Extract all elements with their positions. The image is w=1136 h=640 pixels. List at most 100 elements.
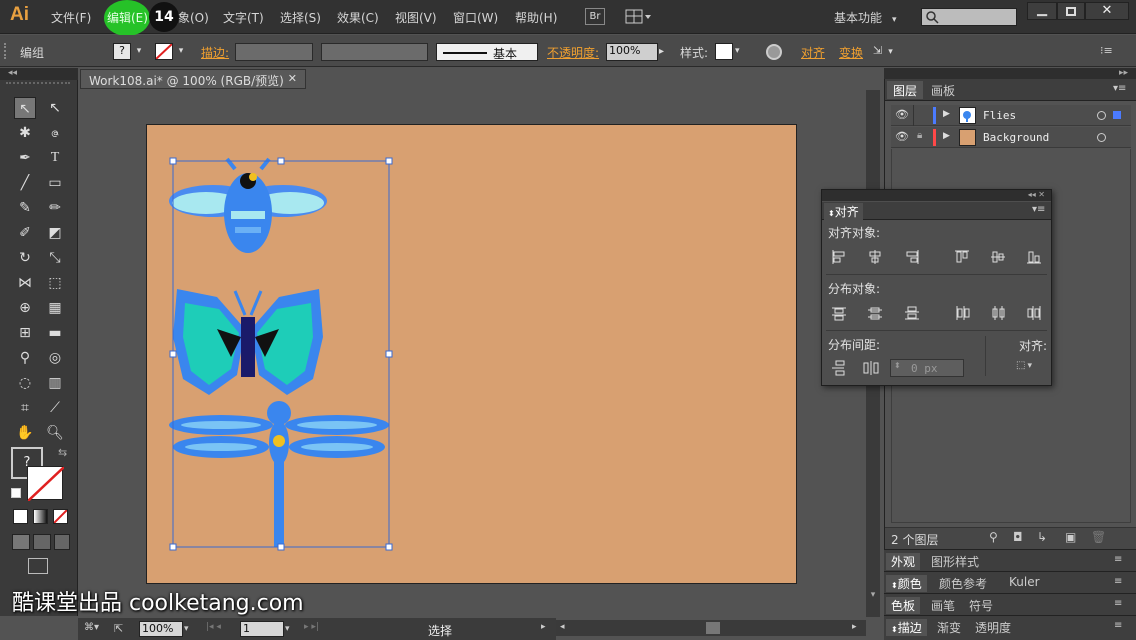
new-layer-icon[interactable]: ▣ <box>1065 530 1076 544</box>
scale-tool-icon[interactable]: ⤡ <box>44 247 66 269</box>
close-button[interactable]: ✕ <box>1085 2 1129 20</box>
align-left-icon[interactable] <box>830 248 848 266</box>
collapse-icon[interactable]: ◂◂ <box>8 68 17 78</box>
tab-brushes[interactable]: 画笔 <box>926 597 960 614</box>
fill-swatch[interactable]: ? <box>113 43 131 60</box>
chevron-left-icon[interactable]: ◂ <box>560 622 565 632</box>
expand-triangle-icon[interactable]: ▶ <box>943 131 950 141</box>
arrange-documents-button[interactable] <box>625 9 653 25</box>
stroke-dropdown[interactable]: ▾ <box>174 43 188 60</box>
draw-inside-icon[interactable] <box>54 534 70 550</box>
locate-object-icon[interactable]: ⚲ <box>989 530 998 544</box>
distribute-left-icon[interactable] <box>953 304 971 322</box>
distribute-right-icon[interactable] <box>1025 304 1043 322</box>
style-dropdown[interactable]: ▾ <box>735 43 747 60</box>
perspective-grid-tool-icon[interactable]: ▦ <box>44 297 66 319</box>
target-circle-icon[interactable] <box>1097 111 1106 120</box>
screen-mode-icon[interactable] <box>28 558 48 574</box>
panel-menu-icon[interactable]: ⁝≡ <box>1100 44 1118 58</box>
opacity-field[interactable]: 100% <box>606 43 658 61</box>
artboard[interactable] <box>146 124 797 584</box>
magic-wand-tool-icon[interactable]: ✱ <box>14 122 36 144</box>
first-artboard-icon[interactable]: |◂ ◂ <box>206 622 221 632</box>
artboard-tool-icon[interactable]: ⌗ <box>14 397 36 419</box>
close-icon[interactable]: ✕ <box>288 72 297 85</box>
panel-menu-icon[interactable]: ≡ <box>1114 620 1122 631</box>
target-circle-icon[interactable] <box>1097 133 1106 142</box>
gpu-icon[interactable]: ⌘▾ <box>84 622 106 635</box>
new-sublayer-icon[interactable]: ↳ <box>1037 530 1047 544</box>
expand-triangle-icon[interactable]: ▶ <box>943 109 950 119</box>
fill-dropdown[interactable]: ▾ <box>132 43 146 60</box>
distribute-top-icon[interactable] <box>830 304 848 322</box>
layer-row[interactable]: 👁︎ ▶ Flies <box>891 105 1131 126</box>
grip-handle[interactable] <box>6 82 70 84</box>
eyedropper-tool-icon[interactable]: ⚲ <box>14 347 36 369</box>
zoom-field[interactable]: 100% <box>139 621 183 637</box>
blend-tool-icon[interactable]: ◎ <box>44 347 66 369</box>
tab-align[interactable]: ⬍对齐 <box>824 203 863 220</box>
lock-icon[interactable]: 🔒︎ <box>917 130 922 141</box>
distribute-bottom-icon[interactable] <box>903 304 921 322</box>
mesh-tool-icon[interactable]: ⊞ <box>14 322 36 344</box>
width-tool-icon[interactable]: ⋈ <box>14 272 36 294</box>
align-vertical-center-icon[interactable] <box>989 248 1007 266</box>
eye-visibility-icon[interactable]: 👁︎ <box>895 130 909 143</box>
eraser-tool-icon[interactable]: ◩ <box>44 222 66 244</box>
grip-handle[interactable] <box>4 43 7 59</box>
floating-panel-header[interactable]: ◂◂ ✕ <box>822 190 1051 201</box>
recolor-artwork-icon[interactable] <box>766 44 782 60</box>
pen-tool-icon[interactable]: ✒ <box>14 147 36 169</box>
panel-menu-icon[interactable]: ▾≡ <box>1032 204 1045 215</box>
menu-help[interactable]: 帮助(H) <box>515 9 557 26</box>
eye-visibility-icon[interactable]: 👁︎ <box>895 108 909 121</box>
tab-artboards[interactable]: 画板 <box>925 81 961 99</box>
tab-stroke[interactable]: ⬍描边 <box>886 619 927 636</box>
variable-width-profile[interactable] <box>321 43 428 61</box>
selection-indicator[interactable] <box>1113 111 1121 119</box>
blob-brush-tool-icon[interactable]: ✐ <box>14 222 36 244</box>
last-artboard-icon[interactable]: ▸ ▸| <box>304 622 319 632</box>
tab-color[interactable]: ⬍颜色 <box>886 575 927 592</box>
gradient-tool-icon[interactable]: ▬ <box>44 322 66 344</box>
opacity-arrow[interactable]: ▸ <box>659 43 671 61</box>
hand-tool-icon[interactable]: ✋ <box>14 422 36 444</box>
share-icon[interactable]: ⇱ <box>114 622 128 635</box>
free-transform-tool-icon[interactable]: ⬚ <box>44 272 66 294</box>
bee-artwork[interactable] <box>169 157 327 253</box>
none-mode-button[interactable] <box>53 509 68 524</box>
panel-menu-icon[interactable]: ≡ <box>1114 554 1122 565</box>
line-tool-icon[interactable]: ╱ <box>14 172 36 194</box>
default-colors-icon[interactable] <box>11 488 21 498</box>
type-tool-icon[interactable]: T <box>44 147 66 169</box>
draw-normal-icon[interactable] <box>12 534 30 550</box>
align-right-icon[interactable] <box>903 248 921 266</box>
tab-swatches[interactable]: 色板 <box>886 597 921 614</box>
artboard-dropdown[interactable]: ▾ <box>285 621 297 637</box>
rotate-tool-icon[interactable]: ↻ <box>14 247 36 269</box>
stroke-swatch[interactable] <box>155 43 173 60</box>
column-graph-tool-icon[interactable]: ▥ <box>44 372 66 394</box>
close-icon[interactable]: ✕ <box>1038 190 1045 199</box>
minimize-button[interactable]: ▁ <box>1027 2 1057 20</box>
horizontal-scrollbar[interactable]: ◂ ▸ <box>556 620 866 636</box>
tab-color-guide[interactable]: 颜色参考 <box>934 575 992 592</box>
tab-kuler[interactable]: Kuler <box>1004 575 1045 589</box>
scroll-thumb[interactable] <box>706 622 720 634</box>
tab-graphic-styles[interactable]: 图形样式 <box>926 553 984 570</box>
brush-definition[interactable]: 基本 <box>436 43 538 61</box>
collapse-icon[interactable]: ◂◂ <box>1028 190 1036 199</box>
align-bottom-icon[interactable] <box>1025 248 1043 266</box>
transform-link[interactable]: 变换 <box>839 44 863 61</box>
menu-view[interactable]: 视图(V) <box>395 9 437 26</box>
dragonfly-artwork[interactable] <box>169 401 389 547</box>
menu-file[interactable]: 文件(F) <box>51 9 91 26</box>
clipping-mask-icon[interactable]: ◘ <box>1013 530 1023 544</box>
gradient-mode-icon[interactable] <box>33 509 48 524</box>
trash-icon[interactable]: 🗑︎ <box>1091 530 1106 544</box>
menu-window[interactable]: 窗口(W) <box>453 9 498 26</box>
chevron-right-icon[interactable]: ▸ <box>852 622 857 632</box>
bridge-button[interactable]: Br <box>585 8 605 25</box>
stroke-label[interactable]: 描边: <box>201 44 229 61</box>
search-input[interactable] <box>921 8 1017 26</box>
